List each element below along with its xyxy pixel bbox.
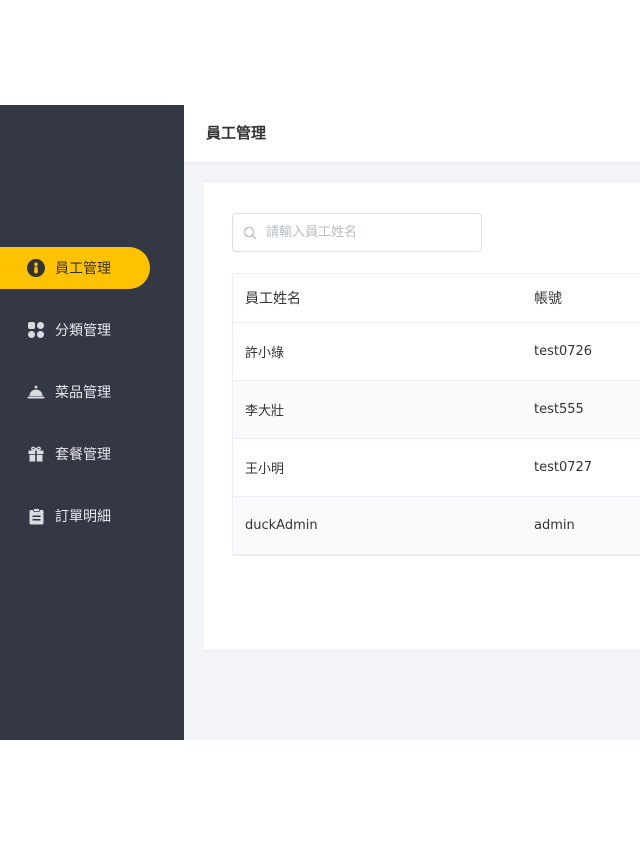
table-row[interactable]: 李大壯 test555 (233, 381, 640, 439)
sidebar-item-label: 分類管理 (55, 323, 111, 339)
employee-name-cell: 李大壯 (245, 404, 285, 419)
employee-name-cell: 王小明 (245, 462, 285, 477)
employee-icon (27, 259, 45, 277)
page-title: 員工管理 (206, 124, 267, 142)
gift-icon (27, 445, 45, 463)
content-card: 員工姓名 帳號 許小綠 test0726 李大壯 test555 王小明 tes… (204, 183, 640, 649)
sidebar-item-combos[interactable]: 套餐管理 (0, 433, 150, 475)
account-cell: test0727 (534, 460, 593, 475)
column-header-account: 帳號 (534, 291, 562, 307)
account-cell: admin (534, 518, 575, 533)
app-window: 員工管理 分類管理 菜品管理 套餐管理 訂單明細 員工管理 請輸入員工姓名 員工… (0, 105, 640, 740)
sidebar-item-dishes[interactable]: 菜品管理 (0, 371, 150, 413)
account-cell: test555 (534, 402, 584, 417)
dish-bell-icon (27, 383, 45, 401)
sidebar-item-employees[interactable]: 員工管理 (0, 247, 150, 289)
sidebar-item-label: 訂單明細 (55, 509, 111, 525)
search-icon (243, 226, 257, 240)
sidebar-item-categories[interactable]: 分類管理 (0, 309, 150, 351)
sidebar-item-label: 菜品管理 (55, 385, 111, 401)
table-row[interactable]: 許小綠 test0726 (233, 323, 640, 381)
search-box[interactable] (232, 213, 482, 252)
sidebar-item-label: 員工管理 (55, 261, 111, 277)
table-row[interactable]: 王小明 test0727 (233, 439, 640, 497)
main-content: 員工管理 員工姓名 帳號 許小綠 test0 (184, 105, 640, 740)
table-row[interactable]: duckAdmin admin (233, 497, 640, 555)
page-header: 員工管理 (184, 105, 640, 163)
employee-name-cell: duckAdmin (245, 518, 318, 533)
sidebar-item-label: 套餐管理 (55, 447, 111, 463)
sidebar-item-orders[interactable]: 訂單明細 (0, 495, 150, 537)
account-cell: test0726 (534, 344, 593, 359)
employee-table: 員工姓名 帳號 許小綠 test0726 李大壯 test555 王小明 tes… (232, 273, 640, 556)
table-header-row: 員工姓名 帳號 (233, 274, 640, 323)
category-grid-icon (27, 321, 45, 339)
employee-name-cell: 許小綠 (245, 346, 285, 361)
clipboard-icon (27, 507, 45, 525)
search-input[interactable] (264, 224, 468, 241)
column-header-name: 員工姓名 (245, 291, 301, 307)
sidebar: 員工管理 分類管理 菜品管理 套餐管理 訂單明細 (0, 105, 184, 740)
